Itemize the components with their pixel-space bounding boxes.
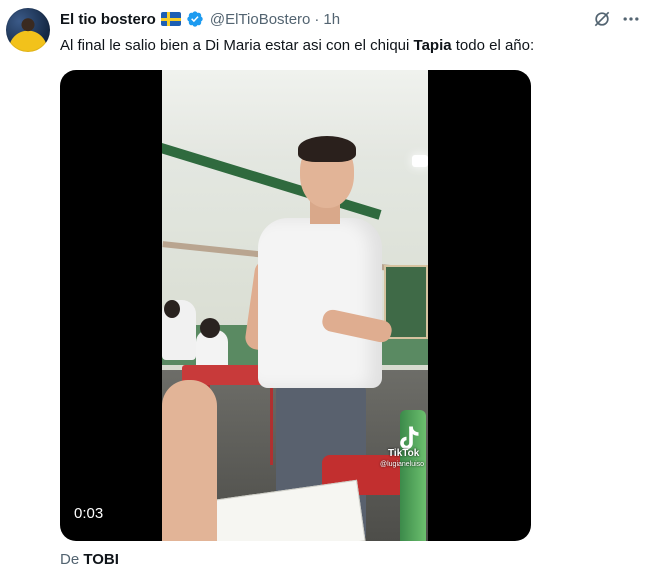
sweden-flag-icon bbox=[160, 12, 181, 26]
tiktok-watermark: TikTok bbox=[388, 448, 420, 459]
tweet-text-part: todo el año: bbox=[451, 37, 535, 54]
video-duration: 0:03 bbox=[74, 505, 104, 522]
grok-icon[interactable] bbox=[592, 9, 612, 29]
attribution-source-link[interactable]: TOBI bbox=[83, 551, 119, 568]
verified-badge-icon bbox=[187, 11, 203, 27]
video-player[interactable]: TikTok @lugianeluiso 0:03 bbox=[60, 70, 531, 541]
tweet-timestamp[interactable]: 1h bbox=[323, 11, 340, 28]
video-frame: TikTok @lugianeluiso bbox=[162, 70, 428, 541]
tweet-header: El tio bostero @ElTioBostero · 1h bbox=[60, 9, 340, 29]
media-attribution: De TOBI bbox=[60, 551, 119, 568]
tweet-text: Al final le salio bien a Di Maria estar … bbox=[60, 36, 534, 56]
tweet-text-bold: Tapia bbox=[413, 37, 452, 54]
attribution-prefix: De bbox=[60, 551, 84, 568]
author-avatar[interactable] bbox=[6, 8, 50, 52]
tiktok-username: @lugianeluiso bbox=[380, 461, 425, 468]
more-options-icon[interactable] bbox=[621, 9, 641, 29]
header-separator: · bbox=[314, 10, 320, 28]
author-display-name[interactable]: El tio bostero bbox=[60, 11, 156, 28]
tweet-text-part: Al final le salio bien a Di Maria estar … bbox=[60, 37, 414, 54]
author-handle[interactable]: @ElTioBostero bbox=[210, 11, 311, 28]
